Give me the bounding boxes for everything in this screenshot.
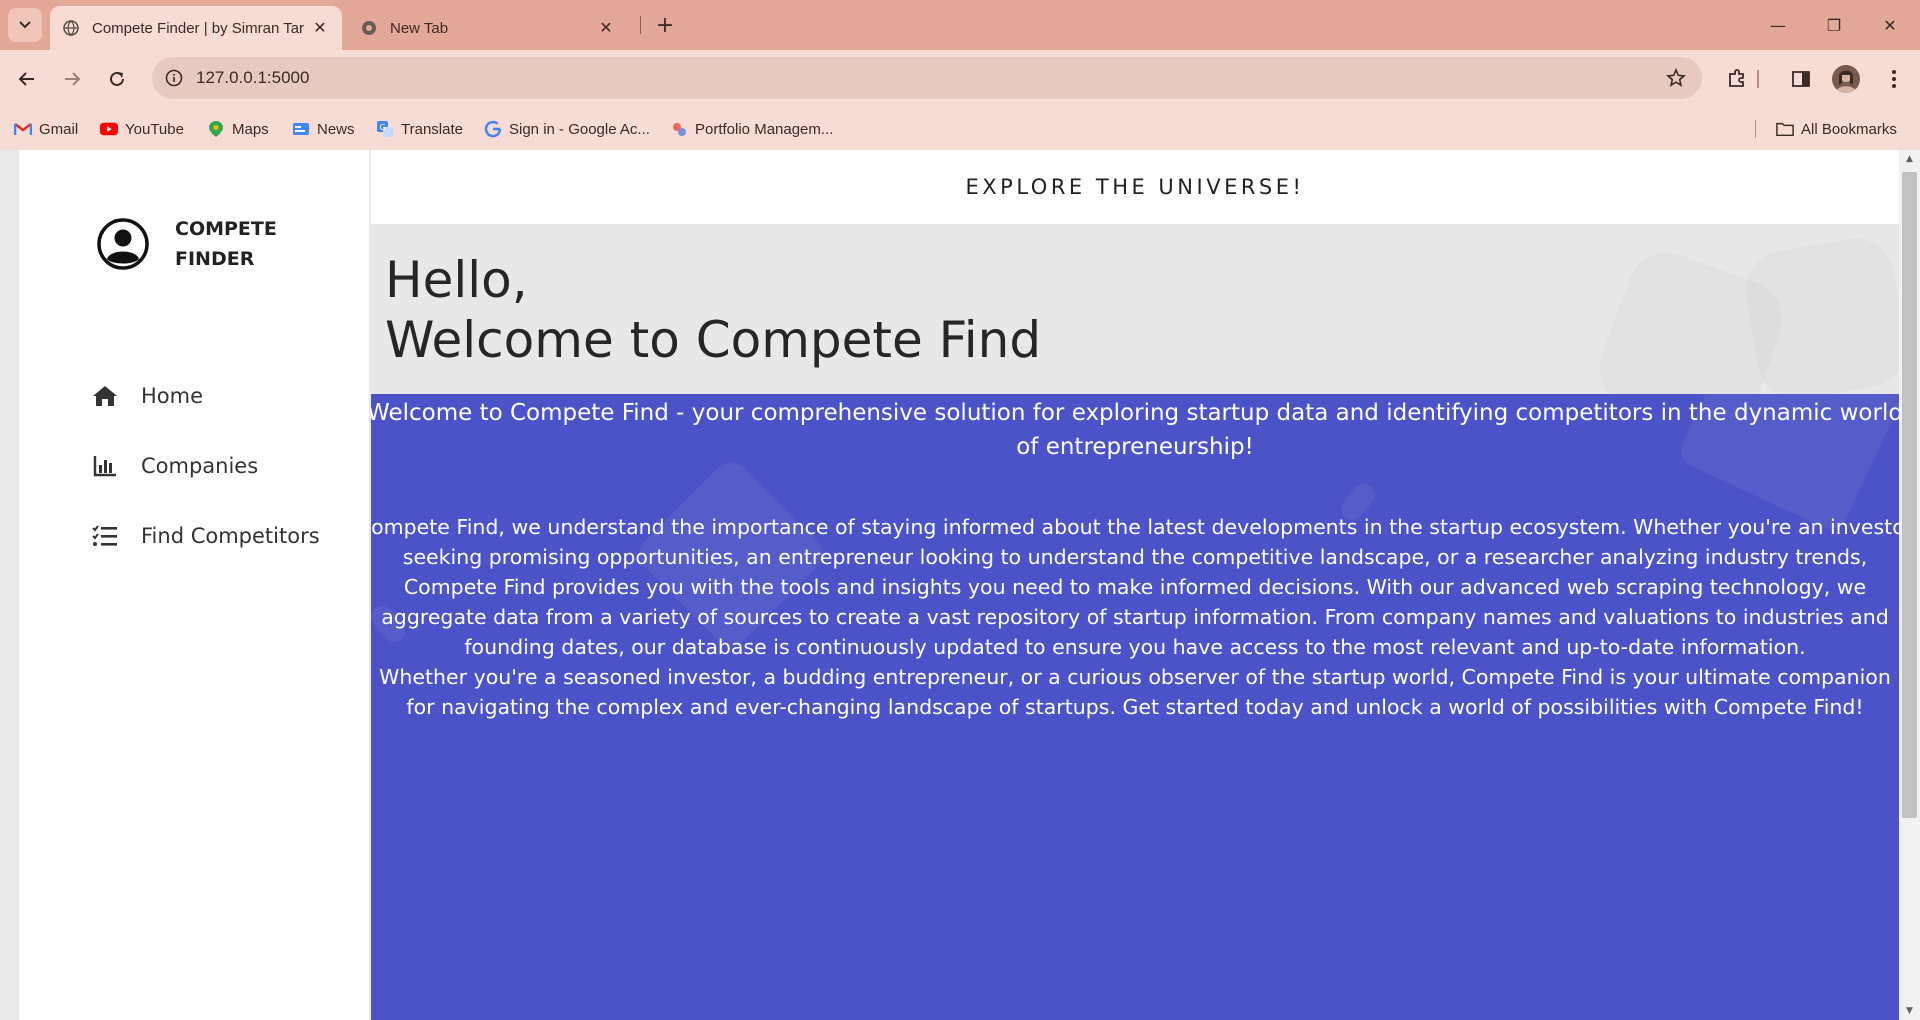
- close-tab-icon[interactable]: ✕: [308, 16, 332, 40]
- side-panel-icon[interactable]: [1784, 62, 1818, 96]
- brand[interactable]: COMPETE FINDER: [97, 214, 295, 274]
- youtube-icon: [100, 120, 118, 138]
- bookmark-label: Translate: [401, 120, 463, 138]
- bookmark-translate[interactable]: G Translate: [376, 116, 463, 142]
- bookmark-google-signin[interactable]: Sign in - Google Ac...: [484, 116, 650, 142]
- bookmark-label: YouTube: [125, 120, 184, 138]
- sidebar-item-home[interactable]: Home: [91, 376, 203, 416]
- closing-paragraph: Whether you're a seasoned investor, a bu…: [379, 665, 1891, 719]
- bookmark-youtube[interactable]: YouTube: [100, 116, 184, 142]
- scroll-up-icon[interactable]: ▲: [1904, 154, 1915, 164]
- portfolio-icon: [670, 120, 688, 138]
- page-viewport: COMPETE FINDER Home Companies Find Compe…: [0, 150, 1920, 1020]
- back-icon[interactable]: [10, 62, 44, 96]
- translate-icon: G: [376, 120, 394, 138]
- tab-new-tab[interactable]: New Tab ✕: [348, 6, 628, 50]
- all-bookmarks-label: All Bookmarks: [1801, 120, 1897, 138]
- address-bar[interactable]: [152, 57, 1702, 99]
- user-circle-icon: [97, 218, 149, 270]
- bookmark-label: Portfolio Managem...: [695, 120, 834, 138]
- description-paragraph: Compete Find, we understand the importan…: [371, 515, 1899, 659]
- sidebar: COMPETE FINDER Home Companies Find Compe…: [19, 150, 369, 1020]
- banner-text: EXPLORE THE UNIVERSE!: [965, 175, 1305, 199]
- scroll-down-icon[interactable]: ▼: [1904, 1006, 1915, 1016]
- bookmark-news[interactable]: News: [292, 116, 355, 142]
- tab-search-button[interactable]: [8, 8, 42, 42]
- bookmark-label: Gmail: [39, 120, 79, 138]
- page-title: Hello, Welcome to Compete Find: [385, 250, 1041, 370]
- decor-shape: [1739, 232, 1899, 394]
- reload-icon[interactable]: [100, 62, 134, 96]
- bookmark-star-icon[interactable]: [1664, 66, 1688, 90]
- news-icon: [292, 120, 310, 138]
- restore-icon[interactable]: ❐: [1806, 0, 1862, 50]
- sidebar-item-companies[interactable]: Companies: [91, 446, 258, 486]
- top-banner: EXPLORE THE UNIVERSE!: [371, 150, 1899, 224]
- bookmark-gmail[interactable]: Gmail: [14, 116, 78, 142]
- minimize-icon[interactable]: —: [1750, 0, 1806, 50]
- page-scrollbar[interactable]: ▲ ▼: [1899, 150, 1920, 1020]
- svg-text:G: G: [380, 123, 386, 132]
- hero-section: Hello, Welcome to Compete Find: [371, 224, 1899, 394]
- tab-strip: Compete Finder | by Simran Tar ✕ New Tab…: [0, 0, 1920, 50]
- main-content: EXPLORE THE UNIVERSE! Hello, Welcome to …: [371, 150, 1899, 1020]
- bookmarks-divider: [1755, 120, 1756, 138]
- bar-chart-icon: [91, 452, 119, 480]
- home-icon: [91, 382, 119, 410]
- greeting-line-2: Welcome to Compete Find: [385, 311, 1042, 369]
- bookmark-maps[interactable]: Maps: [207, 116, 269, 142]
- extensions-icon[interactable]: [1720, 62, 1754, 96]
- scrollbar-thumb[interactable]: [1902, 172, 1917, 818]
- sidebar-item-find-competitors[interactable]: Find Competitors: [91, 516, 320, 556]
- greeting-line-1: Hello,: [385, 251, 528, 309]
- bookmark-label: Sign in - Google Ac...: [509, 120, 650, 138]
- close-tab-icon[interactable]: ✕: [594, 16, 618, 40]
- all-bookmarks-button[interactable]: All Bookmarks: [1776, 116, 1897, 142]
- gmail-icon: [14, 120, 32, 138]
- globe-icon: [62, 19, 80, 37]
- toolbar-divider: [1757, 70, 1759, 88]
- forward-icon[interactable]: [55, 62, 89, 96]
- chrome-icon: [360, 19, 378, 37]
- chevron-down-icon: [19, 21, 31, 29]
- about-section: Welcome to Compete Find - your comprehen…: [371, 394, 1899, 1020]
- tab-title: Compete Finder | by Simran Tar: [92, 19, 305, 37]
- profile-avatar[interactable]: [1832, 65, 1860, 93]
- folder-icon: [1776, 120, 1794, 138]
- close-window-icon[interactable]: ✕: [1862, 0, 1918, 50]
- menu-kebab-icon[interactable]: [1877, 62, 1911, 96]
- tab-separator: [640, 16, 641, 34]
- tab-compete-finder[interactable]: Compete Finder | by Simran Tar ✕: [50, 6, 342, 50]
- tab-title: New Tab: [390, 19, 449, 37]
- bookmark-portfolio[interactable]: Portfolio Managem...: [670, 116, 833, 142]
- site-info-icon[interactable]: [162, 66, 186, 90]
- sidebar-item-label: Find Competitors: [141, 524, 320, 548]
- intro-text: Welcome to Compete Find - your comprehen…: [371, 400, 1899, 460]
- browser-toolbar: [0, 50, 1920, 108]
- sidebar-item-label: Home: [141, 384, 204, 408]
- bookmark-label: Maps: [232, 120, 269, 138]
- sidebar-item-label: Companies: [141, 454, 259, 478]
- list-check-icon: [91, 522, 119, 550]
- new-tab-button[interactable]: +: [650, 10, 680, 40]
- maps-icon: [207, 120, 225, 138]
- url-input[interactable]: [196, 65, 1596, 91]
- bookmark-label: News: [317, 120, 355, 138]
- google-icon: [484, 120, 502, 138]
- bookmarks-bar: Gmail YouTube Maps News G Translate Sign…: [0, 108, 1920, 150]
- brand-name: COMPETE FINDER: [175, 218, 277, 270]
